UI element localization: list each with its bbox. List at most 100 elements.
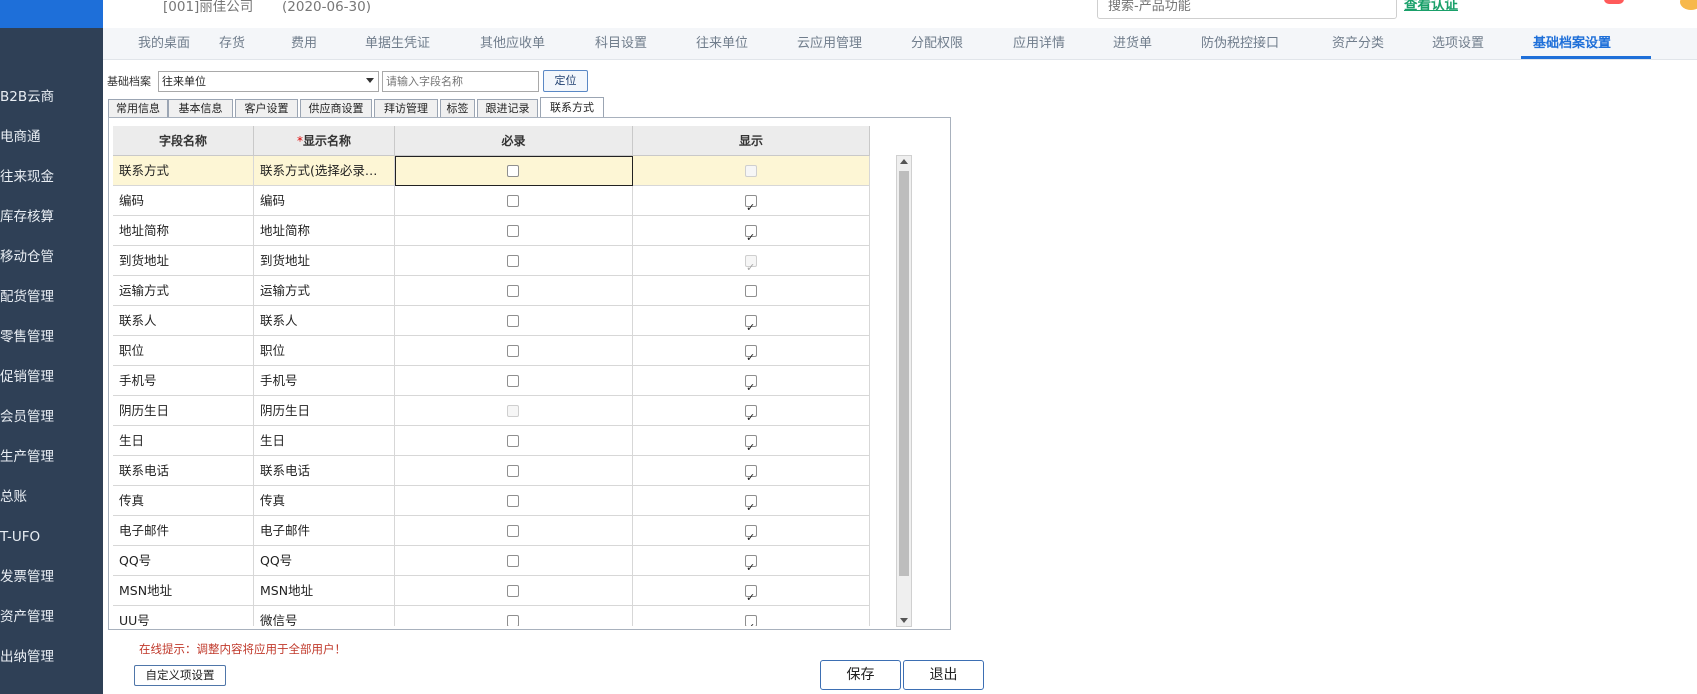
- display-name-cell[interactable]: QQ号: [254, 546, 395, 576]
- top-tab[interactable]: 防伪税控接口: [1201, 28, 1279, 60]
- feature-search-input[interactable]: [1097, 0, 1397, 19]
- required-checkbox[interactable]: [507, 525, 519, 537]
- required-checkbox[interactable]: [507, 435, 519, 447]
- sidebar-item[interactable]: 总账: [0, 477, 103, 517]
- top-tab[interactable]: 费用: [291, 28, 317, 60]
- sidebar-item[interactable]: T-UFO: [0, 517, 103, 557]
- display-name-cell[interactable]: 地址简称: [254, 216, 395, 246]
- notification-icon[interactable]: [1604, 0, 1624, 4]
- sidebar-item[interactable]: 会员管理: [0, 397, 103, 437]
- scroll-down-icon[interactable]: [900, 618, 908, 623]
- display-checkbox[interactable]: [745, 553, 757, 576]
- sidebar-item[interactable]: 生产管理: [0, 437, 103, 477]
- table-row[interactable]: QQ号 QQ号: [113, 546, 870, 576]
- locate-button[interactable]: 定位: [543, 70, 588, 92]
- table-row[interactable]: 联系电话 联系电话: [113, 456, 870, 486]
- display-name-cell[interactable]: 联系电话: [254, 456, 395, 486]
- top-tab[interactable]: 我的桌面: [138, 28, 190, 60]
- sub-tab[interactable]: 联系方式: [540, 97, 604, 117]
- table-row[interactable]: 到货地址 到货地址: [113, 246, 870, 276]
- display-name-cell[interactable]: 到货地址: [254, 246, 395, 276]
- display-name-cell[interactable]: 电子邮件: [254, 516, 395, 546]
- top-tab[interactable]: 资产分类: [1332, 28, 1384, 60]
- top-tab[interactable]: 存货: [219, 28, 245, 60]
- table-row[interactable]: 运输方式 运输方式: [113, 276, 870, 306]
- table-row[interactable]: 阴历生日 阴历生日: [113, 396, 870, 426]
- display-checkbox[interactable]: [745, 433, 757, 456]
- required-checkbox[interactable]: [507, 495, 519, 507]
- display-checkbox[interactable]: [745, 223, 757, 246]
- sidebar-item[interactable]: B2B云商: [0, 77, 103, 117]
- display-name-cell[interactable]: 联系人: [254, 306, 395, 336]
- table-row[interactable]: 传真 传真: [113, 486, 870, 516]
- sidebar-item[interactable]: 资产管理: [0, 597, 103, 637]
- sub-tab[interactable]: 供应商设置: [300, 99, 372, 117]
- display-name-cell[interactable]: 传真: [254, 486, 395, 516]
- grid-scrollbar[interactable]: [896, 155, 912, 627]
- sidebar-item[interactable]: 出纳管理: [0, 637, 103, 677]
- archive-select[interactable]: 往来单位: [158, 71, 379, 92]
- verify-link[interactable]: 查看认证: [1404, 0, 1458, 13]
- required-checkbox[interactable]: [507, 555, 519, 567]
- sidebar-item[interactable]: 促销管理: [0, 357, 103, 397]
- display-checkbox[interactable]: [745, 463, 757, 486]
- table-row[interactable]: 职位 职位: [113, 336, 870, 366]
- required-checkbox[interactable]: [507, 375, 519, 387]
- exit-button[interactable]: 退出: [903, 660, 984, 690]
- display-checkbox[interactable]: [745, 403, 757, 426]
- display-name-cell[interactable]: 编码: [254, 186, 395, 216]
- custom-fields-button[interactable]: 自定义项设置: [134, 665, 226, 686]
- top-tab[interactable]: 其他应收单: [480, 28, 545, 60]
- display-checkbox[interactable]: [745, 193, 757, 216]
- required-checkbox[interactable]: [507, 285, 519, 297]
- table-row[interactable]: 手机号 手机号: [113, 366, 870, 396]
- sub-tab[interactable]: 基本信息: [168, 99, 233, 117]
- display-name-cell[interactable]: 联系方式(选择必录…: [254, 156, 395, 186]
- sub-tab[interactable]: 常用信息: [108, 99, 168, 117]
- top-tab[interactable]: 分配权限: [911, 28, 963, 60]
- sub-tab[interactable]: 跟进记录: [477, 99, 538, 117]
- save-button[interactable]: 保存: [820, 660, 901, 690]
- required-checkbox[interactable]: [507, 615, 519, 626]
- top-tab[interactable]: 基础档案设置: [1533, 28, 1611, 60]
- required-checkbox[interactable]: [507, 465, 519, 477]
- sidebar-item[interactable]: 移动仓管: [0, 237, 103, 277]
- top-tab[interactable]: 应用详情: [1013, 28, 1065, 60]
- top-tab[interactable]: 往来单位: [696, 28, 748, 60]
- table-row[interactable]: 编码 编码: [113, 186, 870, 216]
- display-checkbox[interactable]: [745, 613, 757, 626]
- display-name-cell[interactable]: 手机号: [254, 366, 395, 396]
- sub-tab[interactable]: 客户设置: [235, 99, 298, 117]
- display-name-cell[interactable]: MSN地址: [254, 576, 395, 606]
- display-name-cell[interactable]: 职位: [254, 336, 395, 366]
- sidebar-item[interactable]: 电商通: [0, 117, 103, 157]
- required-checkbox[interactable]: [507, 195, 519, 207]
- required-checkbox[interactable]: [507, 225, 519, 237]
- display-checkbox[interactable]: [745, 493, 757, 516]
- sub-tab[interactable]: 拜访管理: [374, 99, 438, 117]
- display-checkbox[interactable]: [745, 343, 757, 366]
- required-checkbox[interactable]: [507, 315, 519, 327]
- top-tab[interactable]: 云应用管理: [797, 28, 862, 60]
- table-row[interactable]: 地址简称 地址简称: [113, 216, 870, 246]
- top-tab[interactable]: 进货单: [1113, 28, 1152, 60]
- scroll-thumb[interactable]: [899, 171, 909, 576]
- display-checkbox[interactable]: [745, 523, 757, 546]
- top-tab[interactable]: 选项设置: [1432, 28, 1484, 60]
- table-row[interactable]: UU号 微信号: [113, 606, 870, 626]
- sub-tab[interactable]: 标签: [440, 99, 475, 117]
- table-row[interactable]: 联系人 联系人: [113, 306, 870, 336]
- field-name-input[interactable]: [382, 71, 539, 92]
- required-checkbox[interactable]: [507, 255, 519, 267]
- sidebar-item[interactable]: 配货管理: [0, 277, 103, 317]
- display-name-cell[interactable]: 生日: [254, 426, 395, 456]
- table-row[interactable]: MSN地址 MSN地址: [113, 576, 870, 606]
- display-name-cell[interactable]: 阴历生日: [254, 396, 395, 426]
- scroll-up-icon[interactable]: [900, 159, 908, 164]
- table-row[interactable]: 电子邮件 电子邮件: [113, 516, 870, 546]
- display-name-cell[interactable]: 运输方式: [254, 276, 395, 306]
- sidebar-item[interactable]: 往来现金: [0, 157, 103, 197]
- display-checkbox[interactable]: [745, 583, 757, 606]
- top-tab[interactable]: 单据生凭证: [365, 28, 430, 60]
- display-name-cell[interactable]: 微信号: [254, 606, 395, 626]
